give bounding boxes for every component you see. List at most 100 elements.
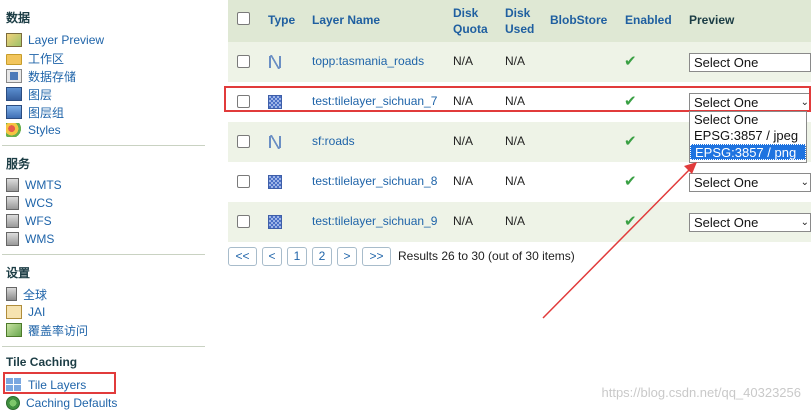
disk-used-value: N/A <box>505 214 526 228</box>
disk-quota-value: N/A <box>453 214 474 228</box>
table-row: test:tilelayer_sichuan_8 N/A N/A ✔ Selec… <box>228 162 811 202</box>
sidebar-item-layer-preview[interactable]: Layer Preview <box>6 31 104 49</box>
layer-preview-icon <box>6 33 22 47</box>
section-divider <box>2 346 205 347</box>
column-header-disk-quota[interactable]: Disk Quota <box>453 5 493 37</box>
sidebar-item-label: WMTS <box>25 178 62 192</box>
sidebar-item-jai[interactable]: JAI <box>6 303 45 321</box>
sidebar-item-wmts[interactable]: WMTS <box>6 176 62 194</box>
service-icon <box>6 196 19 210</box>
disk-quota-value: N/A <box>453 134 474 148</box>
section-divider <box>2 254 205 255</box>
sidebar-item-label: 覆盖率访问 <box>28 323 89 338</box>
preview-select-value: Select One <box>694 215 759 230</box>
styles-icon <box>6 123 22 137</box>
sidebar-item-label: JAI <box>28 305 46 319</box>
sidebar-item-wms[interactable]: WMS <box>6 230 54 248</box>
preview-select[interactable]: Select One ⌄ <box>689 213 811 232</box>
column-header-enabled[interactable]: Enabled <box>625 12 672 28</box>
highlight-box-row <box>224 86 811 112</box>
folder-icon <box>6 53 22 65</box>
raster-icon <box>268 175 282 189</box>
sidebar-item-label: WCS <box>25 196 53 210</box>
sidebar-item-label: WMS <box>25 232 55 246</box>
service-icon <box>6 178 19 192</box>
column-header-type[interactable]: Type <box>268 12 295 28</box>
layer-name-link[interactable]: test:tilelayer_sichuan_8 <box>312 174 437 188</box>
sidebar-item-label: Caching Defaults <box>26 396 118 410</box>
row-checkbox[interactable] <box>237 135 250 148</box>
layer-icon <box>6 87 22 101</box>
sidebar-item-label: WFS <box>25 214 52 228</box>
section-title-settings: 设置 <box>6 266 31 280</box>
column-header-preview: Preview <box>689 13 735 27</box>
last-page-button[interactable]: >> <box>362 246 391 266</box>
enabled-check-icon: ✔ <box>624 173 637 190</box>
vector-line-icon <box>268 135 282 149</box>
preview-dropdown-list: Select One EPSG:3857 / jpeg EPSG:3857 / … <box>689 111 807 163</box>
chevron-down-icon: ⌄ <box>800 177 809 188</box>
sidebar-item-caching-defaults[interactable]: Caching Defaults <box>6 394 117 412</box>
sidebar-item-global[interactable]: 全球 <box>6 285 47 303</box>
disk-quota-value: N/A <box>453 174 474 188</box>
sidebar-item-workspaces[interactable]: 工作区 <box>6 49 64 67</box>
column-header-blobstore[interactable]: BlobStore <box>550 12 607 28</box>
column-header-layer-name[interactable]: Layer Name <box>312 12 380 28</box>
jai-icon <box>6 305 22 319</box>
sidebar-item-label: 工作区 <box>28 51 65 66</box>
layer-name-link[interactable]: topp:tasmania_roads <box>312 54 424 68</box>
pagination: << < 1 2 > >> Results 26 to 30 (out of 3… <box>228 246 575 266</box>
select-all-checkbox[interactable] <box>237 12 250 25</box>
prev-page-button[interactable]: < <box>262 246 282 266</box>
raster-icon <box>268 215 282 229</box>
layer-group-icon <box>6 105 22 119</box>
sidebar-item-label: Styles <box>28 123 61 137</box>
preview-select-value: Select One <box>694 55 759 70</box>
enabled-check-icon: ✔ <box>624 53 637 70</box>
sidebar-item-wfs[interactable]: WFS <box>6 212 52 230</box>
vector-line-icon <box>268 55 282 69</box>
sidebar: 数据 Layer Preview 工作区 数据存储 图层 图层组 Styles … <box>0 0 210 412</box>
table-row: test:tilelayer_sichuan_9 N/A N/A ✔ Selec… <box>228 202 811 242</box>
page-2-button[interactable]: 2 <box>312 246 332 266</box>
service-icon <box>6 232 19 246</box>
layer-name-link[interactable]: sf:roads <box>312 134 355 148</box>
sidebar-item-wcs[interactable]: WCS <box>6 194 53 212</box>
sidebar-item-coverage-access[interactable]: 覆盖率访问 <box>6 321 88 339</box>
dropdown-option-highlighted[interactable]: EPSG:3857 / png <box>690 144 806 160</box>
section-title-data: 数据 <box>6 11 31 25</box>
preview-select[interactable]: Select One ⌄ <box>689 173 811 192</box>
section-title-services: 服务 <box>6 157 31 171</box>
table-row: topp:tasmania_roads N/A N/A ✔ Select One <box>228 42 811 82</box>
preview-select[interactable]: Select One <box>689 53 811 72</box>
datastore-icon <box>6 69 22 83</box>
sidebar-item-label: Layer Preview <box>28 33 105 47</box>
first-page-button[interactable]: << <box>228 246 257 266</box>
watermark: https://blog.csdn.net/qq_40323256 <box>601 385 802 400</box>
dropdown-option[interactable]: EPSG:3857 / jpeg <box>690 128 806 144</box>
row-checkbox[interactable] <box>237 175 250 188</box>
disk-quota-value: N/A <box>453 54 474 68</box>
results-count: Results 26 to 30 (out of 30 items) <box>398 249 575 263</box>
layer-name-link[interactable]: test:tilelayer_sichuan_9 <box>312 214 437 228</box>
sidebar-item-label: 图层组 <box>28 105 65 120</box>
sidebar-item-styles[interactable]: Styles <box>6 121 61 139</box>
next-page-button[interactable]: > <box>337 246 357 266</box>
row-checkbox[interactable] <box>237 215 250 228</box>
sidebar-item-layer-groups[interactable]: 图层组 <box>6 103 64 121</box>
sidebar-item-datastores[interactable]: 数据存储 <box>6 67 76 85</box>
tile-layers-table: Type Layer Name Disk Quota Disk Used Blo… <box>210 0 811 412</box>
coverage-access-icon <box>6 323 22 337</box>
sidebar-item-label: 全球 <box>23 287 48 302</box>
page-1-button[interactable]: 1 <box>287 246 307 266</box>
highlight-box-tile-layers <box>3 372 116 394</box>
sidebar-item-label: 图层 <box>28 87 53 102</box>
disk-used-value: N/A <box>505 54 526 68</box>
dropdown-option[interactable]: Select One <box>690 112 806 128</box>
sidebar-item-layers[interactable]: 图层 <box>6 85 52 103</box>
section-title-tile-caching: Tile Caching <box>6 355 78 369</box>
row-checkbox[interactable] <box>237 55 250 68</box>
enabled-check-icon: ✔ <box>624 213 637 230</box>
column-header-disk-used[interactable]: Disk Used <box>505 5 541 37</box>
disk-used-value: N/A <box>505 134 526 148</box>
